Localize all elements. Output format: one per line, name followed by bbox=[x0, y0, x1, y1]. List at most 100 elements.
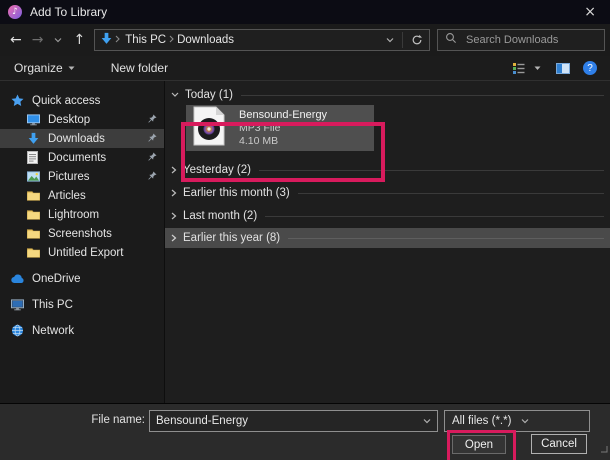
sidebar-item-label: Articles bbox=[48, 190, 86, 202]
sidebar-item-label: Pictures bbox=[48, 171, 90, 183]
up-button[interactable]: ↑ bbox=[68, 33, 90, 47]
group-header-earlier-this-year[interactable]: Earlier this year (8) bbox=[165, 228, 610, 248]
forward-button[interactable]: → bbox=[27, 33, 49, 47]
file-list: Today (1) Bensound-En bbox=[165, 81, 610, 403]
group-label: Earlier this year (8) bbox=[183, 232, 280, 244]
group-label: Today (1) bbox=[185, 89, 233, 101]
address-bar[interactable]: This PC Downloads bbox=[94, 29, 430, 51]
breadcrumb-separator-icon bbox=[115, 34, 120, 46]
breadcrumb-this-pc[interactable]: This PC bbox=[122, 34, 169, 46]
sidebar-item-label: Screenshots bbox=[48, 228, 112, 240]
file-details: Bensound-Energy MP3 File 4.10 MB bbox=[239, 109, 327, 148]
folder-icon bbox=[27, 246, 41, 260]
sidebar-item-label: Downloads bbox=[48, 133, 105, 145]
resize-grip[interactable] bbox=[600, 440, 608, 458]
recent-locations-chevron[interactable] bbox=[48, 37, 68, 43]
file-item-bensound-energy[interactable]: Bensound-Energy MP3 File 4.10 MB bbox=[186, 105, 374, 151]
group-divider bbox=[265, 216, 604, 217]
address-divider bbox=[402, 32, 403, 48]
sidebar-item-pictures[interactable]: Pictures bbox=[0, 167, 164, 186]
cancel-button[interactable]: Cancel bbox=[531, 434, 587, 454]
refresh-icon[interactable] bbox=[405, 34, 429, 46]
file-name-input[interactable] bbox=[150, 414, 423, 428]
group-divider bbox=[259, 170, 604, 171]
sidebar-item-label: Quick access bbox=[32, 95, 100, 107]
sidebar-item-articles[interactable]: Articles bbox=[0, 186, 164, 205]
sidebar-item-downloads[interactable]: Downloads bbox=[0, 129, 164, 148]
folder-icon bbox=[27, 189, 41, 203]
file-type-select[interactable]: All files (*.*) bbox=[444, 410, 590, 432]
dialog-footer: File name: All files (*.*) Open Cancel bbox=[0, 403, 610, 460]
views-chevron-icon[interactable] bbox=[534, 66, 541, 71]
search-box[interactable] bbox=[437, 29, 605, 51]
breadcrumb-downloads[interactable]: Downloads bbox=[174, 34, 237, 46]
file-type: MP3 File bbox=[239, 122, 327, 135]
sidebar-item-desktop[interactable]: Desktop bbox=[0, 110, 164, 129]
sidebar-item-onedrive[interactable]: OneDrive bbox=[0, 269, 164, 288]
downloads-folder-icon bbox=[100, 32, 113, 48]
sidebar-item-screenshots[interactable]: Screenshots bbox=[0, 224, 164, 243]
search-input[interactable] bbox=[464, 33, 610, 47]
sidebar-item-label: Desktop bbox=[48, 114, 90, 126]
sidebar-item-untitled-export[interactable]: Untitled Export bbox=[0, 243, 164, 262]
address-dropdown-chevron[interactable] bbox=[380, 37, 400, 43]
organize-label: Organize bbox=[14, 61, 63, 75]
back-button[interactable]: ← bbox=[5, 33, 27, 47]
sidebar-item-this-pc[interactable]: This PC bbox=[0, 295, 164, 314]
sidebar-item-label: Documents bbox=[48, 152, 106, 164]
sidebar-item-quick-access[interactable]: Quick access bbox=[0, 91, 164, 110]
group-label: Last month (2) bbox=[183, 210, 257, 222]
main-area: Quick access Desktop Downloads bbox=[0, 81, 610, 403]
sidebar-item-label: Untitled Export bbox=[48, 247, 123, 259]
pin-icon[interactable] bbox=[148, 114, 157, 126]
folder-icon bbox=[27, 227, 41, 241]
sidebar-item-label: Network bbox=[32, 325, 74, 337]
chevron-down-icon bbox=[171, 92, 179, 98]
close-icon[interactable]: × bbox=[584, 4, 596, 20]
sidebar-item-label: Lightroom bbox=[48, 209, 99, 221]
organize-button[interactable]: Organize bbox=[14, 61, 75, 75]
sidebar-item-label: OneDrive bbox=[32, 273, 81, 285]
new-folder-button[interactable]: New folder bbox=[111, 61, 168, 75]
sidebar-item-lightroom[interactable]: Lightroom bbox=[0, 205, 164, 224]
desktop-icon bbox=[27, 113, 41, 127]
preview-pane-icon[interactable] bbox=[556, 63, 570, 74]
group-label: Earlier this month (3) bbox=[183, 187, 290, 199]
help-icon[interactable]: ? bbox=[583, 61, 597, 75]
sidebar-item-network[interactable]: Network bbox=[0, 321, 164, 340]
group-header-today[interactable]: Today (1) bbox=[165, 87, 610, 103]
mp3-file-icon bbox=[192, 106, 226, 151]
add-to-library-dialog: ♪ Add To Library × ← → ↑ This PC Downloa… bbox=[0, 0, 610, 460]
navigation-pane: Quick access Desktop Downloads bbox=[0, 81, 165, 403]
sidebar-item-documents[interactable]: Documents bbox=[0, 148, 164, 167]
search-icon bbox=[445, 31, 457, 49]
views-icon[interactable] bbox=[512, 62, 525, 75]
star-icon bbox=[11, 94, 25, 108]
group-header-yesterday[interactable]: Yesterday (2) bbox=[165, 162, 610, 178]
chevron-down-icon bbox=[68, 66, 75, 71]
chevron-right-icon bbox=[171, 234, 177, 242]
pin-icon[interactable] bbox=[148, 152, 157, 164]
pictures-icon bbox=[27, 170, 41, 184]
group-header-earlier-this-month[interactable]: Earlier this month (3) bbox=[165, 185, 610, 201]
sidebar-item-label: This PC bbox=[32, 299, 73, 311]
download-icon bbox=[27, 132, 41, 146]
group-divider bbox=[298, 193, 604, 194]
network-icon bbox=[11, 324, 25, 338]
pin-icon[interactable] bbox=[148, 171, 157, 183]
group-divider bbox=[241, 95, 604, 96]
cloud-icon bbox=[11, 272, 25, 286]
title-bar: ♪ Add To Library × bbox=[0, 0, 610, 24]
chevron-down-icon[interactable] bbox=[423, 418, 437, 424]
pin-icon[interactable] bbox=[148, 133, 157, 145]
file-name-combo bbox=[149, 410, 438, 432]
today-group-items: Bensound-Energy MP3 File 4.10 MB bbox=[165, 104, 610, 156]
file-name-label: File name: bbox=[80, 414, 145, 426]
group-header-last-month[interactable]: Last month (2) bbox=[165, 208, 610, 224]
chevron-right-icon bbox=[171, 189, 177, 197]
chevron-down-icon bbox=[514, 418, 589, 424]
command-toolbar: Organize New folder ? bbox=[0, 56, 610, 81]
navigation-bar: ← → ↑ This PC Downloads bbox=[0, 24, 610, 56]
file-type-value: All files (*.*) bbox=[445, 415, 514, 427]
open-button[interactable]: Open bbox=[452, 435, 506, 454]
